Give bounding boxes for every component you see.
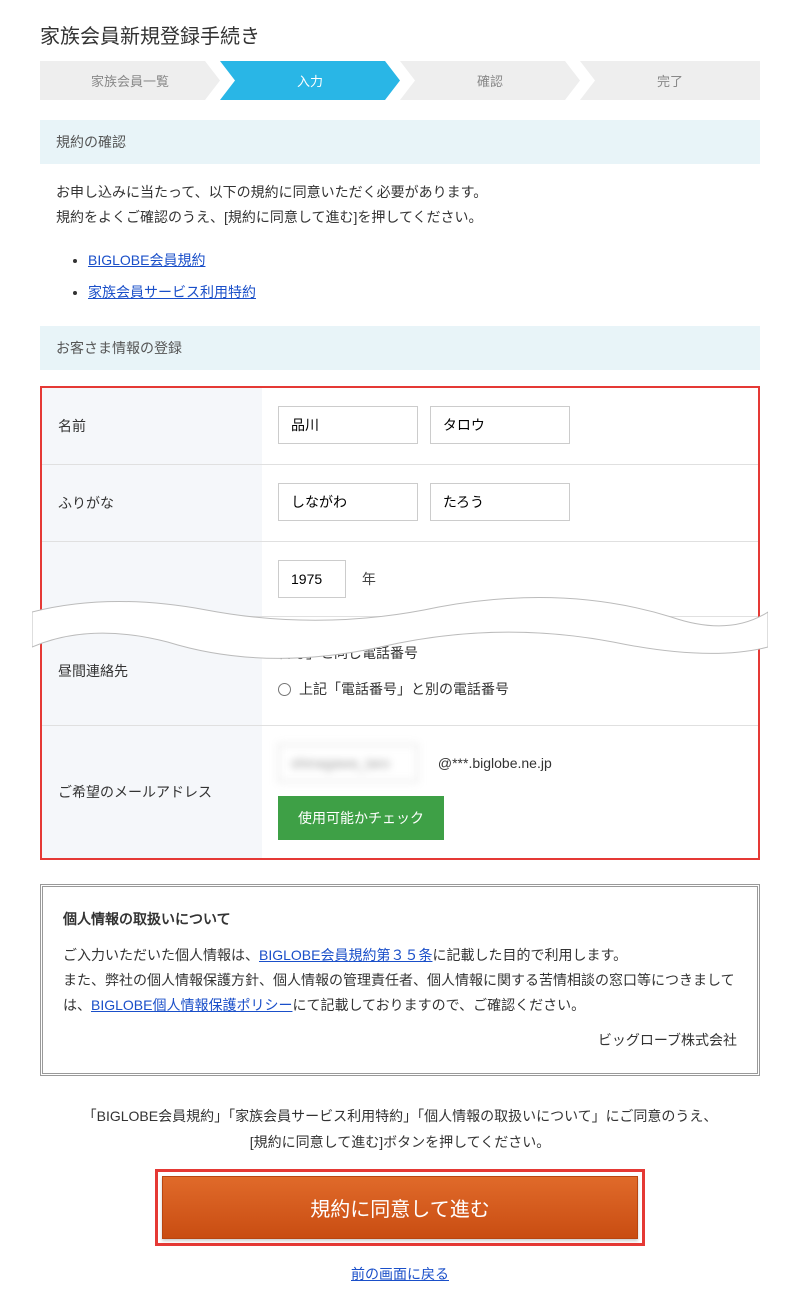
- email-domain: @***.biglobe.ne.jp: [438, 755, 552, 771]
- privacy-company: ビッグローブ株式会社: [63, 1028, 737, 1053]
- privacy-text: にて記載しておりますので、ご確認ください。: [292, 997, 585, 1013]
- privacy-text: ご入力いただいた個人情報は、: [63, 947, 259, 963]
- agree-button-outline: 規約に同意して進む: [155, 1169, 645, 1246]
- terms-link-family[interactable]: 家族会員サービス利用特約: [88, 284, 256, 300]
- agree-proceed-button[interactable]: 規約に同意して進む: [162, 1176, 638, 1239]
- privacy-link-article35[interactable]: BIGLOBE会員規約第３５条: [259, 947, 432, 963]
- step-done: 完了: [580, 61, 760, 100]
- terms-intro: お申し込みに当たって、以下の規約に同意いただく必要があります。 規約をよくご確認…: [40, 180, 760, 250]
- back-link[interactable]: 前の画面に戻る: [40, 1264, 760, 1284]
- step-list: 家族会員一覧: [40, 61, 220, 100]
- name-last-input[interactable]: [278, 406, 418, 444]
- privacy-box: 個人情報の取扱いについて ご入力いただいた個人情報は、BIGLOBE会員規約第３…: [40, 884, 760, 1076]
- customer-header: お客さま情報の登録: [40, 326, 760, 370]
- step-input: 入力: [220, 61, 400, 100]
- contact-label: 昼間連絡先: [42, 617, 262, 725]
- name-label: 名前: [42, 388, 262, 464]
- furigana-first-input[interactable]: [430, 483, 570, 521]
- privacy-title: 個人情報の取扱いについて: [63, 907, 737, 932]
- terms-header: 規約の確認: [40, 120, 760, 164]
- year-input[interactable]: [278, 560, 346, 598]
- form-section: 名前 ふりがな 年: [40, 386, 760, 860]
- furigana-last-input[interactable]: [278, 483, 418, 521]
- terms-link-biglobe[interactable]: BIGLOBE会員規約: [88, 252, 205, 268]
- contact-radio-diff[interactable]: [278, 683, 291, 696]
- email-label: ご希望のメールアドレス: [42, 726, 262, 858]
- birthyear-label: [42, 542, 262, 616]
- contact-radio-diff-label: 上記「電話番号」と別の電話番号: [299, 679, 509, 699]
- email-input[interactable]: [278, 744, 418, 782]
- name-first-input[interactable]: [430, 406, 570, 444]
- agree-note-line: 「BIGLOBE会員規約」「家族会員サービス利用特約」「個人情報の取扱いについて…: [40, 1104, 760, 1129]
- furigana-label: ふりがな: [42, 465, 262, 541]
- privacy-link-policy[interactable]: BIGLOBE個人情報保護ポリシー: [91, 997, 292, 1013]
- page-title: 家族会員新規登録手続き: [40, 20, 760, 49]
- stepper: 家族会員一覧 入力 確認 完了: [40, 61, 760, 100]
- year-suffix: 年: [362, 571, 376, 587]
- privacy-text: に記載した目的で利用します。: [432, 947, 627, 963]
- terms-intro-line: 規約をよくご確認のうえ、[規約に同意して進む]を押してください。: [56, 205, 744, 230]
- contact-radio-same-label: 番号」と同じ電話番号: [278, 643, 418, 663]
- terms-intro-line: お申し込みに当たって、以下の規約に同意いただく必要があります。: [56, 180, 744, 205]
- check-availability-button[interactable]: 使用可能かチェック: [278, 796, 444, 840]
- agree-note: 「BIGLOBE会員規約」「家族会員サービス利用特約」「個人情報の取扱いについて…: [40, 1104, 760, 1154]
- agree-note-line: [規約に同意して進む]ボタンを押してください。: [40, 1130, 760, 1155]
- terms-list: BIGLOBE会員規約 家族会員サービス利用特約: [40, 250, 760, 302]
- step-confirm: 確認: [400, 61, 580, 100]
